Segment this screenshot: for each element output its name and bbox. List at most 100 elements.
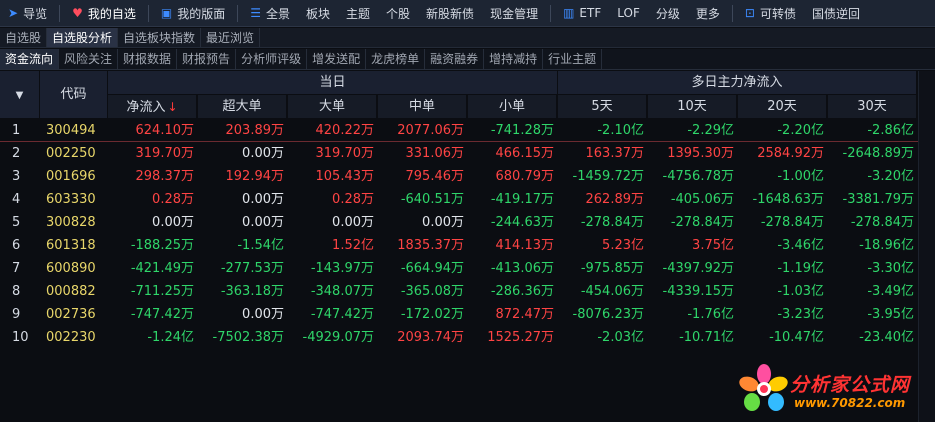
tab-analysis-6[interactable]: 龙虎榜单: [366, 49, 426, 69]
nav-separator: [731, 4, 733, 22]
table-row[interactable]: 4 603330 0.28万 0.00万 0.28万 -640.51万 -419.17万 26…: [0, 189, 918, 211]
column-header-1[interactable]: 超大单: [198, 95, 287, 119]
cell-value: -454.06万: [580, 284, 644, 299]
nav-item-8[interactable]: 现金管理: [482, 0, 546, 27]
cell-value: -348.07万: [310, 284, 374, 299]
column-header-4[interactable]: 小单: [468, 95, 557, 119]
tab-analysis-3[interactable]: 财报预告: [177, 49, 237, 69]
sort-desc-icon: ↓: [167, 100, 178, 114]
cell-value: 331.06万: [405, 146, 465, 161]
stock-code[interactable]: 603330: [40, 189, 108, 211]
tab-watchlist-2[interactable]: 自选板块指数: [118, 28, 202, 47]
nav-item-label: LOF: [617, 6, 640, 20]
cell-value: -640.51万: [400, 192, 464, 207]
cell-value: -1.00亿: [777, 169, 824, 184]
row-index: 3: [12, 169, 21, 184]
cell-value: -4339.15万: [662, 284, 734, 299]
table-row[interactable]: 10 002230 -1.24亿 -7502.38万 -4929.07万 2093.74万…: [0, 327, 918, 349]
nav-item-2[interactable]: ▣ 我的版面: [153, 0, 233, 27]
table-row[interactable]: 2 002250 319.70万 0.00万 319.70万 331.06万 466.15万…: [0, 143, 918, 165]
nav-item-label: ETF: [579, 6, 602, 20]
cell-value: -975.85万: [580, 261, 644, 276]
column-header-7[interactable]: 20天: [738, 95, 827, 119]
column-header-0[interactable]: 净流入 ↓: [108, 95, 197, 119]
nav-item-4[interactable]: 板块: [298, 0, 338, 27]
cell-value: -244.63万: [490, 215, 554, 230]
tab-analysis-9[interactable]: 行业主题: [543, 49, 603, 69]
nav-item-11[interactable]: 分级: [648, 0, 688, 27]
nav-item-12[interactable]: 更多: [688, 0, 728, 27]
tab-watchlist-1[interactable]: 自选股分析: [47, 28, 119, 47]
nav-item-0[interactable]: ➤ 导览: [0, 0, 55, 27]
table-row[interactable]: 8 000882 -711.25万 -363.18万 -348.07万 -365.08万 -…: [0, 281, 918, 303]
column-header-label: 5天: [591, 99, 613, 114]
cell-value: -1.19亿: [777, 261, 824, 276]
cell-value: -1.76亿: [687, 307, 734, 322]
tab-analysis-0[interactable]: 资金流向: [0, 49, 60, 69]
row-menu-toggle[interactable]: ▼: [0, 71, 40, 119]
cell-value: -10.71亿: [679, 330, 734, 345]
stock-code[interactable]: 300828: [40, 212, 108, 234]
column-header-3[interactable]: 中单: [378, 95, 467, 119]
tab-analysis-5[interactable]: 增发送配: [307, 49, 367, 69]
nav-item-10[interactable]: LOF: [609, 0, 648, 27]
column-header-5[interactable]: 5天: [558, 95, 647, 119]
tab-analysis-1[interactable]: 风险关注: [59, 49, 119, 69]
cell-value: -4397.92万: [662, 261, 734, 276]
column-header-8[interactable]: 30天: [828, 95, 917, 119]
stock-code[interactable]: 600890: [40, 258, 108, 280]
nav-item-6[interactable]: 个股: [378, 0, 418, 27]
table-row[interactable]: 7 600890 -421.49万 -277.53万 -143.97万 -664.94万 -…: [0, 258, 918, 280]
tab-analysis-2[interactable]: 财报数据: [118, 49, 178, 69]
cell-value: -286.36万: [490, 284, 554, 299]
nav-item-14[interactable]: 国债逆回: [804, 0, 868, 27]
column-header-label: 大单: [318, 99, 345, 114]
tab-analysis-4[interactable]: 分析师评级: [236, 49, 308, 69]
nav-item-5[interactable]: 主题: [338, 0, 378, 27]
stock-code[interactable]: 001696: [40, 166, 108, 188]
tab-watchlist-0[interactable]: 自选股: [0, 28, 48, 47]
cell-value: 0.00万: [152, 215, 194, 230]
tab-analysis-7[interactable]: 融资融券: [425, 49, 485, 69]
stock-code[interactable]: 002230: [40, 327, 108, 349]
stock-code[interactable]: 000882: [40, 281, 108, 303]
cell-value: -2.03亿: [597, 330, 644, 345]
cell-value: 0.00万: [242, 146, 284, 161]
column-header-2[interactable]: 大单: [288, 95, 377, 119]
nav-separator: [147, 4, 149, 22]
column-header-label: 净流入: [126, 100, 166, 115]
stock-code[interactable]: 002250: [40, 143, 108, 165]
table-row[interactable]: 3 001696 298.37万 192.94万 105.43万 795.46万 680.7…: [0, 166, 918, 188]
cell-value: 203.89万: [225, 123, 285, 138]
top-nav-bar: ➤ 导览 ♥ 我的自选 ▣ 我的版面 ☰ 全景 板块 主题 个股 新股新债 现金管理 ▥ ETF LOF 分级更…: [0, 0, 935, 27]
cell-value: -277.53万: [220, 261, 284, 276]
table-row[interactable]: 9 002736 -747.42万 0.00万 -747.42万 -172.02万 872.…: [0, 304, 918, 326]
cell-value: 1835.37万: [397, 238, 464, 253]
nav-item-13[interactable]: ⊡ 可转债: [737, 0, 804, 27]
nav-item-label: 全景: [265, 6, 290, 21]
cell-value: -1459.72万: [572, 169, 644, 184]
nav-item-3[interactable]: ☰ 全景: [242, 0, 298, 27]
column-header-code[interactable]: 代码: [40, 71, 108, 119]
column-header-6[interactable]: 10天: [648, 95, 737, 119]
stock-code[interactable]: 300494: [40, 120, 108, 142]
column-header-label: 超大单: [222, 99, 262, 114]
nav-item-9[interactable]: ▥ ETF: [555, 0, 609, 27]
stock-code[interactable]: 601318: [40, 235, 108, 257]
nav-item-label: 主题: [346, 6, 371, 21]
cell-value: 163.37万: [585, 146, 645, 161]
nav-separator: [550, 4, 552, 22]
row-index: 4: [12, 192, 21, 207]
tab-watchlist-3[interactable]: 最近浏览: [201, 28, 261, 47]
cell-value: -4929.07万: [302, 330, 374, 345]
table-row[interactable]: 1 300494 624.10万 203.89万 420.22万 2077.06万 -741…: [0, 120, 918, 142]
nav-item-1[interactable]: ♥ 我的自选: [64, 0, 144, 27]
cell-value: 319.70万: [315, 146, 375, 161]
cell-value: 795.46万: [405, 169, 465, 184]
tab-analysis-8[interactable]: 增持减持: [484, 49, 544, 69]
table-row[interactable]: 6 601318 -188.25万 -1.54亿 1.52亿 1835.37万 414.13…: [0, 235, 918, 257]
cell-value: 466.15万: [495, 146, 555, 161]
table-row[interactable]: 5 300828 0.00万 0.00万 0.00万 0.00万 -244.63万 -278.…: [0, 212, 918, 234]
nav-item-7[interactable]: 新股新债: [418, 0, 482, 27]
stock-code[interactable]: 002736: [40, 304, 108, 326]
